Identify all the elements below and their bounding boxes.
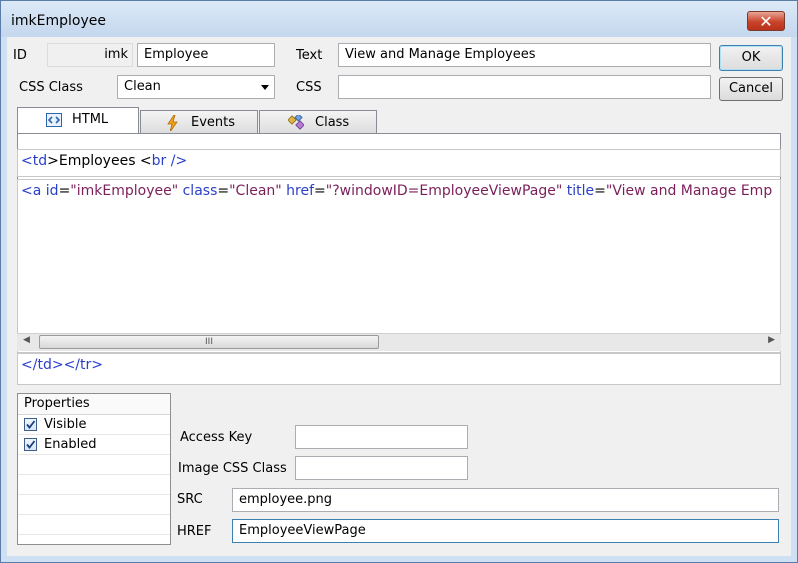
- code-token: >: [91, 357, 104, 373]
- visible-label: Visible: [44, 417, 87, 432]
- code-token: href: [286, 183, 315, 199]
- property-empty-row: [18, 455, 170, 475]
- horizontal-scrollbar[interactable]: ◀ III ▶: [17, 333, 781, 351]
- code-token: "View and Manage Emp: [605, 183, 773, 199]
- css-class-select[interactable]: Clean: [117, 75, 275, 99]
- window-title: imkEmployee: [11, 13, 106, 29]
- code-token: </: [21, 357, 38, 373]
- checkmark-icon: [26, 440, 36, 449]
- close-icon: ✕: [759, 12, 773, 31]
- code-token: td: [37, 357, 52, 373]
- tab-class-label: Class: [315, 115, 350, 130]
- scroll-right-icon[interactable]: ▶: [768, 335, 775, 345]
- id-prefix-field: imk: [47, 43, 133, 67]
- class-icon: [288, 115, 304, 130]
- property-empty-row: [18, 475, 170, 495]
- tab-html-label: HTML: [72, 112, 109, 127]
- css-input[interactable]: [338, 75, 711, 99]
- scroll-thumb[interactable]: III: [39, 335, 379, 349]
- code-token: td: [32, 153, 48, 169]
- property-enabled[interactable]: Enabled: [18, 435, 170, 455]
- image-css-class-label: Image CSS Class: [178, 461, 287, 476]
- tab-events[interactable]: Events: [140, 110, 258, 134]
- code-token: <: [21, 183, 33, 199]
- properties-header: Properties: [18, 394, 170, 415]
- html-code-icon: [46, 113, 62, 127]
- chevron-down-icon: [261, 85, 269, 90]
- id-prefix: imk: [104, 47, 128, 62]
- code-token: a: [32, 183, 42, 199]
- close-button[interactable]: ✕: [747, 11, 785, 31]
- code-token: tr: [80, 357, 92, 373]
- css-class-value: Clean: [124, 79, 161, 94]
- code-token: />: [166, 153, 188, 169]
- dialog-window: imkEmployee ✕ ID imk Employee Text View …: [0, 0, 798, 563]
- href-label: HREF: [177, 524, 212, 539]
- property-visible[interactable]: Visible: [18, 415, 170, 435]
- visible-checkbox[interactable]: [24, 418, 37, 431]
- code-token: "imkEmployee": [70, 183, 179, 199]
- property-empty-row: [18, 515, 170, 535]
- code-token: <: [21, 153, 33, 169]
- css-class-label: CSS Class: [19, 80, 83, 95]
- code-token: title: [566, 183, 595, 199]
- text-label: Text: [296, 48, 323, 63]
- access-key-input[interactable]: [295, 425, 468, 449]
- enabled-label: Enabled: [44, 437, 97, 452]
- title-bar[interactable]: imkEmployee ✕: [1, 1, 797, 37]
- lightning-icon: [167, 115, 178, 131]
- dialog-body: ID imk Employee Text View and Manage Emp…: [7, 37, 791, 556]
- id-input[interactable]: Employee: [137, 43, 275, 67]
- tab-html[interactable]: HTML: [17, 107, 139, 134]
- enabled-checkbox[interactable]: [24, 438, 37, 451]
- code-token: >Employees <: [47, 153, 152, 169]
- scroll-left-icon[interactable]: ◀: [23, 335, 30, 345]
- src-input[interactable]: employee.png: [232, 488, 779, 512]
- css-label: CSS: [296, 80, 322, 95]
- property-empty-row: [18, 495, 170, 515]
- html-main-editor[interactable]: <a id="imkEmployee" class="Clean" href="…: [17, 179, 781, 353]
- cancel-button[interactable]: Cancel: [719, 77, 783, 101]
- ok-button[interactable]: OK: [719, 45, 783, 71]
- code-token: class: [182, 183, 218, 199]
- properties-list: Properties Visible Enabled: [17, 393, 171, 545]
- image-css-class-input[interactable]: [295, 456, 468, 480]
- text-input[interactable]: View and Manage Employees: [338, 43, 711, 67]
- access-key-label: Access Key: [180, 430, 253, 445]
- src-label: SRC: [177, 492, 203, 507]
- scroll-grip: III: [205, 337, 213, 347]
- code-token: "?windowID=EmployeeViewPage": [325, 183, 563, 199]
- code-token: br: [151, 153, 167, 169]
- tab-class[interactable]: Class: [259, 110, 377, 134]
- code-token: "Clean": [229, 183, 282, 199]
- checkmark-icon: [26, 420, 36, 429]
- href-input[interactable]: EmployeeViewPage: [232, 519, 779, 543]
- html-after-editor[interactable]: </td></tr>: [17, 353, 781, 385]
- tab-events-label: Events: [191, 115, 236, 130]
- html-before-editor[interactable]: <td>Employees <br />: [17, 149, 781, 177]
- code-token: ></: [51, 357, 81, 373]
- id-label: ID: [13, 48, 27, 63]
- code-token: id: [45, 183, 59, 199]
